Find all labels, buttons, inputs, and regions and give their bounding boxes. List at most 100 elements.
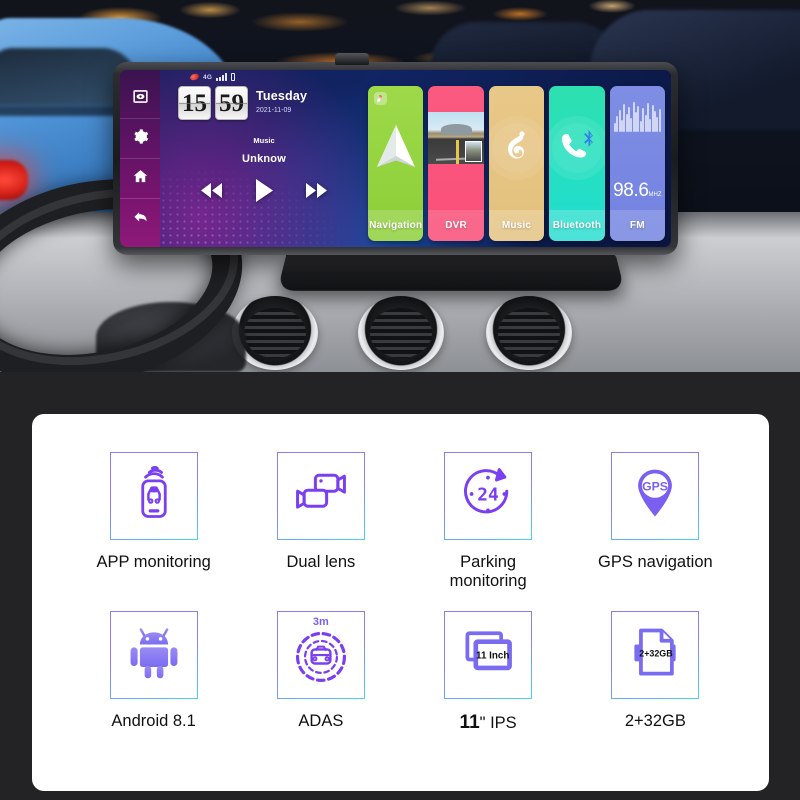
feature-label: ADAS bbox=[298, 711, 344, 730]
fm-frequency-unit: MHZ bbox=[648, 192, 662, 198]
feature-card: APP monitoring Dual lens 24 Parking moni… bbox=[32, 414, 769, 791]
bluetooth-phone-icon bbox=[557, 128, 597, 169]
android-robot-icon bbox=[124, 622, 184, 687]
music-note-icon bbox=[502, 130, 532, 167]
battery-icon bbox=[231, 73, 236, 81]
feature-adas: 3m ADAS bbox=[237, 610, 404, 734]
app-tile-strip: Navigation DVR Music Bluetooth 98.6MHZ F… bbox=[368, 84, 666, 241]
feature-dual-lens: Dual lens bbox=[237, 452, 404, 591]
previous-track-icon[interactable] bbox=[200, 182, 224, 204]
weekday-label: Tuesday bbox=[256, 89, 308, 103]
status-bar: 4G bbox=[160, 70, 671, 84]
feature-icon-box bbox=[109, 610, 198, 699]
tile-dvr-body bbox=[428, 86, 484, 210]
tile-dvr-label: DVR bbox=[428, 210, 484, 241]
camera-switch-icon bbox=[131, 87, 150, 111]
screen-sidebar bbox=[120, 70, 160, 247]
signal-bars-icon bbox=[216, 73, 228, 81]
tile-bluetooth[interactable]: Bluetooth bbox=[549, 86, 605, 241]
tile-fm-label: FM bbox=[609, 210, 666, 241]
feature-android: Android 8.1 bbox=[70, 610, 237, 734]
clock-hours: 15 bbox=[178, 86, 211, 120]
tile-bluetooth-label: Bluetooth bbox=[549, 210, 605, 241]
flip-clock: 15 59 bbox=[178, 86, 248, 120]
map-pin-icon: GPS bbox=[625, 464, 685, 529]
fm-frequency-value: 98.6 bbox=[613, 180, 649, 201]
svg-text:2+32GB: 2+32GB bbox=[640, 649, 674, 659]
svg-text:GPS: GPS bbox=[643, 479, 669, 493]
clock-row: 15 59 Tuesday 2021-11-09 bbox=[166, 84, 362, 120]
back-arrow-icon bbox=[132, 208, 149, 230]
feature-label: APP monitoring bbox=[96, 553, 211, 571]
feature-label: 11" IPS bbox=[460, 712, 517, 734]
sidebar-item-home[interactable] bbox=[120, 159, 160, 199]
clock-minutes: 59 bbox=[215, 86, 248, 120]
feature-grid: APP monitoring Dual lens 24 Parking moni… bbox=[70, 452, 739, 734]
feature-label: GPS navigation bbox=[598, 553, 713, 571]
road-preview-icon bbox=[428, 112, 484, 164]
music-artist: Unknow bbox=[242, 153, 286, 165]
adas-distance-tag: 3m bbox=[312, 615, 329, 628]
tile-fm[interactable]: 98.6MHZ FM bbox=[609, 86, 666, 241]
screen-icon: 11 Inch bbox=[458, 622, 518, 687]
tail-light bbox=[0, 160, 28, 200]
feature-label: Android 8.1 bbox=[111, 711, 196, 730]
phone-wifi-car-icon bbox=[124, 464, 184, 529]
feature-label: Parking monitoring bbox=[449, 553, 527, 590]
clock-music-widget: 15 59 Tuesday 2021-11-09 Music Unknow bbox=[166, 84, 362, 241]
music-title: Music bbox=[253, 136, 275, 145]
screen-size-suffix: " IPS bbox=[479, 713, 517, 732]
feature-icon-box: 2+32GB bbox=[611, 610, 700, 699]
tile-music-body bbox=[489, 86, 544, 210]
network-label: 4G bbox=[203, 73, 213, 81]
date-label: 2021-11-09 bbox=[256, 107, 292, 114]
page-root: 4G 15 59 Tuesday 2021-11-09 Music Unknow… bbox=[0, 0, 800, 800]
front-camera-module bbox=[335, 53, 369, 65]
feature-memory: 2+32GB 2+32GB bbox=[572, 610, 739, 734]
product-photo-hero: 4G 15 59 Tuesday 2021-11-09 Music Unknow… bbox=[0, 0, 800, 372]
feature-gps-navigation: GPS GPS navigation bbox=[572, 452, 739, 591]
sidebar-item-settings[interactable] bbox=[120, 119, 160, 159]
music-controls bbox=[166, 178, 362, 208]
screen-content: 15 59 Tuesday 2021-11-09 Music Unknow Na… bbox=[160, 84, 671, 247]
24h-clock-icon: 24 bbox=[458, 464, 518, 529]
feature-icon-box bbox=[276, 452, 365, 540]
storage-document-icon: 2+32GB bbox=[625, 622, 685, 687]
tile-navigation-label: Navigation bbox=[368, 210, 424, 241]
sidebar-item-camera[interactable] bbox=[120, 79, 160, 119]
feature-icon-box: 3m bbox=[276, 610, 365, 699]
air-vent bbox=[358, 296, 444, 370]
next-track-icon[interactable] bbox=[304, 182, 328, 204]
feature-app-monitoring: APP monitoring bbox=[70, 452, 237, 591]
feature-parking-monitoring: 24 Parking monitoring bbox=[405, 452, 572, 591]
sidebar-item-back[interactable] bbox=[120, 199, 160, 239]
tile-navigation-body bbox=[368, 86, 423, 210]
home-icon bbox=[132, 168, 149, 190]
fm-frequency: 98.6MHZ bbox=[610, 180, 665, 202]
dual-camera-icon bbox=[291, 464, 351, 529]
feature-ips-screen: 11 Inch 11" IPS bbox=[405, 610, 572, 734]
svg-text:24: 24 bbox=[477, 484, 498, 505]
feature-icon-box bbox=[109, 452, 198, 540]
navigation-arrow-icon bbox=[373, 121, 419, 176]
feature-icon-box: GPS bbox=[611, 452, 700, 540]
play-icon[interactable] bbox=[254, 178, 274, 208]
dashcam-device: 4G 15 59 Tuesday 2021-11-09 Music Unknow… bbox=[113, 53, 678, 255]
gear-icon bbox=[132, 128, 149, 150]
equalizer-icon bbox=[614, 98, 661, 132]
device-screen: 4G 15 59 Tuesday 2021-11-09 Music Unknow… bbox=[120, 70, 671, 247]
tile-navigation[interactable]: Navigation bbox=[368, 86, 424, 241]
tile-music-label: Music bbox=[488, 210, 545, 241]
record-icon bbox=[189, 72, 200, 82]
tile-music[interactable]: Music bbox=[488, 86, 545, 241]
tile-fm-body: 98.6MHZ bbox=[610, 86, 665, 210]
adas-car-radar-icon bbox=[291, 626, 351, 691]
feature-label: Dual lens bbox=[286, 553, 356, 571]
map-pin-badge-icon bbox=[374, 92, 387, 105]
tile-dvr[interactable]: DVR bbox=[428, 86, 484, 241]
device-mount-base bbox=[277, 254, 625, 291]
date-block: Tuesday 2021-11-09 bbox=[256, 86, 307, 114]
feature-icon-box: 11 Inch bbox=[444, 610, 533, 699]
svg-text:11 Inch: 11 Inch bbox=[476, 651, 509, 662]
feature-icon-box: 24 bbox=[444, 452, 533, 540]
